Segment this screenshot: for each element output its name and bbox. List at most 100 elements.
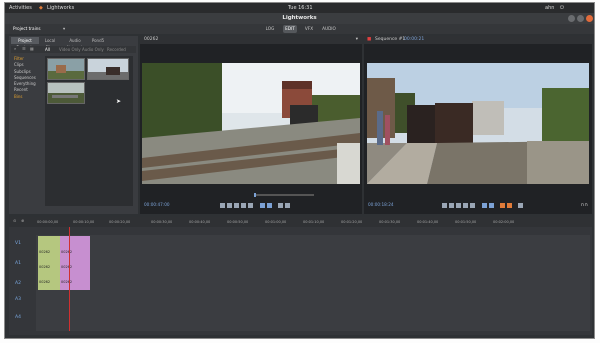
track-label-a2[interactable]: A2	[15, 281, 35, 286]
magnet-icon[interactable]: ⊙	[13, 218, 16, 223]
record-video-frame	[367, 63, 589, 184]
ruler-tick-label: 00:01:30,00	[379, 220, 401, 224]
clip-thumbnail[interactable]	[87, 58, 129, 80]
power-icon[interactable]: ⏻	[560, 3, 564, 13]
bin-tree: Filter Clips Subclips Sequences Everythi…	[11, 56, 36, 100]
tree-item-bins[interactable]: Bins	[11, 94, 34, 100]
tree-item-subclips[interactable]: Subclips	[11, 69, 34, 75]
ruler-tick-label: 00:00:30,00	[151, 220, 173, 224]
window-title: Lightworks	[5, 13, 594, 24]
clip-grid	[45, 56, 133, 206]
filter-video-only[interactable]: Video Only	[59, 46, 81, 53]
filter-audio-only[interactable]: Audio Only	[82, 46, 104, 53]
list-view-icon[interactable]: ☰	[22, 46, 26, 51]
tab-edit[interactable]: EDIT	[283, 25, 297, 33]
audio-icon[interactable]	[518, 203, 523, 208]
timeline-clip[interactable]: 00262 00262 00262	[60, 236, 90, 290]
app-menu[interactable]: Lightworks	[47, 3, 74, 13]
clip-thumbnail[interactable]	[47, 82, 85, 104]
ruler-tick-label: 00:02:00,00	[493, 220, 515, 224]
insert-icon[interactable]	[278, 203, 283, 208]
source-scrub-bar[interactable]	[254, 193, 314, 197]
step-back-icon[interactable]	[227, 203, 232, 208]
headphones-icon[interactable]: ∩∩	[581, 202, 588, 208]
source-viewer: 00262 ▾ 00:00:47:00	[140, 36, 362, 214]
record-viewer: ■ Sequence #1 00:00:21 00:00:18:24 ∩∩	[364, 36, 592, 214]
activities-button[interactable]: Activities	[9, 3, 32, 13]
record-transport-controls	[442, 203, 532, 210]
mouse-cursor-icon: ➤	[116, 98, 122, 105]
timeline-clip[interactable]: 00262 00262 00262	[38, 236, 60, 290]
project-title[interactable]: Project trains	[11, 25, 57, 33]
clip-label: 00262	[61, 250, 73, 254]
overwrite-icon[interactable]	[285, 203, 290, 208]
ruler-tick-label: 00:01:00,00	[265, 220, 287, 224]
step-forward-icon[interactable]	[241, 203, 246, 208]
play-reverse-icon[interactable]	[220, 203, 225, 208]
mark-out-icon[interactable]	[489, 203, 494, 208]
ruler-tick-label: 00:00:10,00	[73, 220, 95, 224]
mode-tabs: Project trains ▾ LOG EDIT VFX AUDIO	[5, 24, 594, 34]
fast-forward-icon[interactable]	[248, 203, 253, 208]
ruler-tick-label: 00:01:50,00	[455, 220, 477, 224]
chevron-down-icon[interactable]: ▾	[61, 25, 67, 33]
filter-bar: ⌕ ☰ ▦ All Video Only Audio Only Recorded	[11, 46, 136, 53]
ruler-tick-label: 00:00:00,00	[37, 220, 59, 224]
grid-view-icon[interactable]: ▦	[30, 46, 34, 51]
maximize-button[interactable]	[577, 15, 584, 22]
filter-all[interactable]: All	[45, 46, 50, 53]
tab-log[interactable]: LOG	[263, 25, 277, 33]
timeline-panel: ⊙ ⊕ 00:00:00,00 00:00:10,00 00:00:20,00 …	[9, 217, 592, 335]
clip-label: 00262	[39, 265, 51, 269]
track-label-a4[interactable]: A4	[15, 315, 35, 320]
clip-label: 00262	[61, 280, 73, 284]
lift-icon[interactable]	[500, 203, 505, 208]
zoom-icon[interactable]: ⊕	[21, 218, 24, 223]
record-icon: ■	[367, 37, 372, 42]
close-button[interactable]	[586, 15, 593, 22]
timeline-ruler[interactable]: ⊙ ⊕ 00:00:00,00 00:00:10,00 00:00:20,00 …	[9, 217, 592, 227]
mark-in-icon[interactable]	[482, 203, 487, 208]
source-transport-controls	[220, 203, 300, 210]
ruler-tick-label: 00:00:40,00	[189, 220, 211, 224]
record-timecode[interactable]: 00:00:18:24	[368, 202, 394, 207]
track-area[interactable]: 00262 00262 00262 00262 00262 00262	[36, 227, 590, 331]
tab-project-contents[interactable]: Project Contents	[11, 37, 39, 50]
tab-audio[interactable]: AUDIO	[321, 25, 337, 33]
clip-label: 00262	[39, 250, 51, 254]
clock[interactable]: Tue 16:31	[288, 3, 313, 13]
minimize-button[interactable]	[568, 15, 575, 22]
sequence-duration: 00:00:21	[404, 37, 425, 42]
extract-icon[interactable]	[507, 203, 512, 208]
tab-audio-network[interactable]: Audio Network	[61, 37, 89, 50]
user-menu[interactable]: ahn	[545, 3, 554, 13]
app-window: Activities ◆ Lightworks Tue 16:31 ahn ⏻ …	[4, 2, 595, 339]
playhead[interactable]	[254, 193, 256, 197]
tab-vfx[interactable]: VFX	[303, 25, 315, 33]
clip-label: 00262	[39, 280, 51, 284]
fast-forward-icon[interactable]	[470, 203, 475, 208]
chevron-down-icon[interactable]: ▾	[356, 36, 358, 44]
ruler-tick-label: 00:00:50,00	[227, 220, 249, 224]
mark-out-icon[interactable]	[267, 203, 272, 208]
source-timecode[interactable]: 00:00:47:00	[144, 202, 170, 207]
play-icon[interactable]	[234, 203, 239, 208]
play-reverse-icon[interactable]	[442, 203, 447, 208]
mark-in-icon[interactable]	[260, 203, 265, 208]
tab-pond5[interactable]: Pond5	[90, 37, 106, 44]
track-label-v1[interactable]: V1	[15, 241, 35, 246]
play-icon[interactable]	[456, 203, 461, 208]
project-panel: Project Contents Local Files Audio Netwo…	[9, 36, 138, 214]
ruler-tick-label: 00:00:20,00	[109, 220, 131, 224]
filter-recorded[interactable]: Recorded	[107, 46, 126, 53]
track-label-a3[interactable]: A3	[15, 297, 35, 302]
timeline-playhead[interactable]	[69, 227, 70, 331]
step-forward-icon[interactable]	[463, 203, 468, 208]
search-icon[interactable]: ⌕	[14, 46, 16, 51]
track-label-a1[interactable]: A1	[15, 261, 35, 266]
ruler-tick-label: 00:01:40,00	[417, 220, 439, 224]
clip-label: 00262	[61, 265, 73, 269]
clip-thumbnail[interactable]	[47, 58, 85, 80]
step-back-icon[interactable]	[449, 203, 454, 208]
tab-local-files[interactable]: Local Files	[40, 37, 60, 50]
